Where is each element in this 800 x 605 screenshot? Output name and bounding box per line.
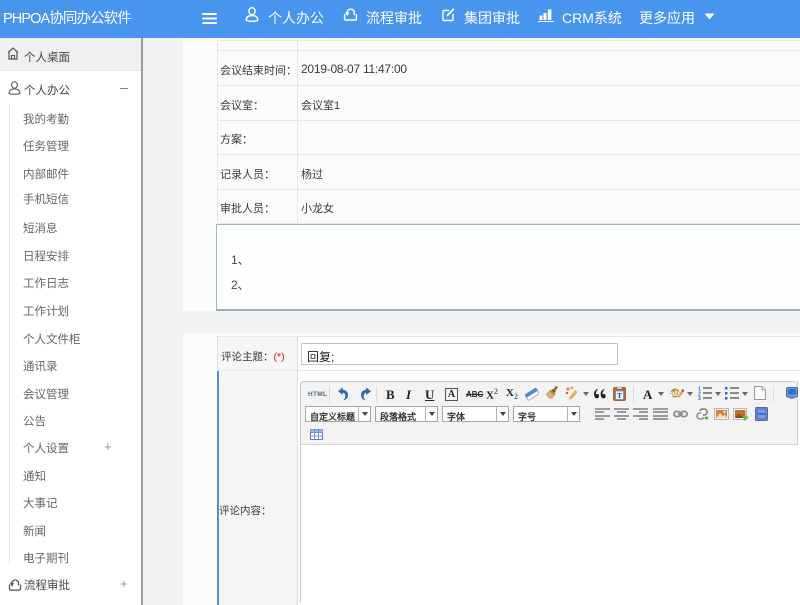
svg-text:T: T: [617, 391, 622, 400]
svg-text:3: 3: [698, 396, 701, 400]
